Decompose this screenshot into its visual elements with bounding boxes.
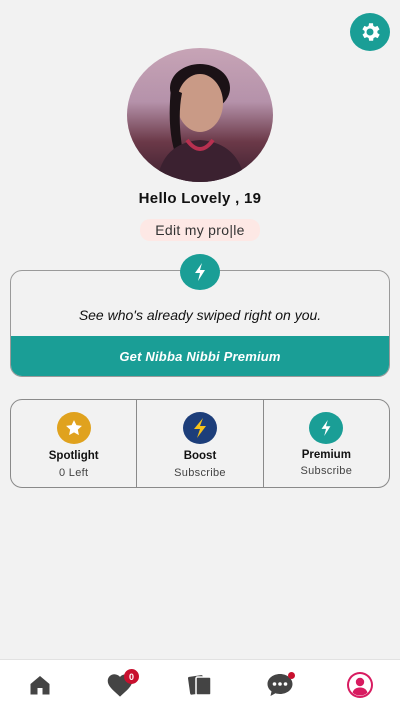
likes-count-badge: 0 bbox=[124, 669, 139, 684]
spotlight-badge bbox=[56, 412, 91, 444]
tab-likes[interactable]: 0 bbox=[100, 667, 140, 703]
get-premium-button[interactable]: Get Nibba Nibbi Premium bbox=[11, 336, 389, 376]
tab-home[interactable] bbox=[20, 667, 60, 703]
lightning-icon bbox=[193, 418, 206, 438]
avatar[interactable] bbox=[127, 48, 273, 182]
spotlight-title: Spotlight bbox=[48, 450, 99, 462]
profile-icon bbox=[347, 672, 373, 698]
boost-subtitle: Subscribe bbox=[174, 467, 226, 479]
premium-title: Premium bbox=[301, 449, 351, 461]
premium-feature[interactable]: Premium Subscribe bbox=[262, 400, 389, 487]
star-icon bbox=[65, 420, 82, 436]
avatar-photo bbox=[157, 64, 245, 182]
lightning-icon bbox=[321, 420, 331, 436]
premium-card-text: See who's already swiped right on you. bbox=[78, 307, 322, 323]
spotlight-subtitle: 0 Left bbox=[59, 467, 89, 479]
boost-feature[interactable]: Boost Subscribe bbox=[136, 400, 262, 487]
spotlight-feature[interactable]: Spotlight 0 Left bbox=[11, 400, 136, 487]
cards-icon bbox=[188, 675, 212, 696]
edit-profile-button[interactable]: Edit my pro|le bbox=[140, 219, 260, 241]
settings-button[interactable] bbox=[350, 13, 390, 51]
premium-feature-badge bbox=[309, 412, 344, 444]
lightning-icon bbox=[195, 263, 205, 281]
profile-greeting: Hello Lovely , 19 bbox=[138, 190, 262, 207]
tab-profile[interactable] bbox=[340, 667, 380, 703]
premium-subtitle: Subscribe bbox=[300, 465, 353, 477]
boost-badge bbox=[182, 412, 217, 444]
home-icon bbox=[30, 676, 50, 695]
tab-cards[interactable] bbox=[180, 667, 220, 703]
bottom-tab-bar: 0 bbox=[0, 659, 400, 710]
premium-badge bbox=[180, 254, 220, 290]
tab-chat[interactable] bbox=[260, 667, 300, 703]
chat-notification-dot bbox=[288, 672, 295, 679]
features-panel: Spotlight 0 Left Boost Subscribe Premium… bbox=[10, 399, 390, 488]
boost-title: Boost bbox=[183, 450, 217, 462]
gear-icon bbox=[362, 23, 380, 41]
